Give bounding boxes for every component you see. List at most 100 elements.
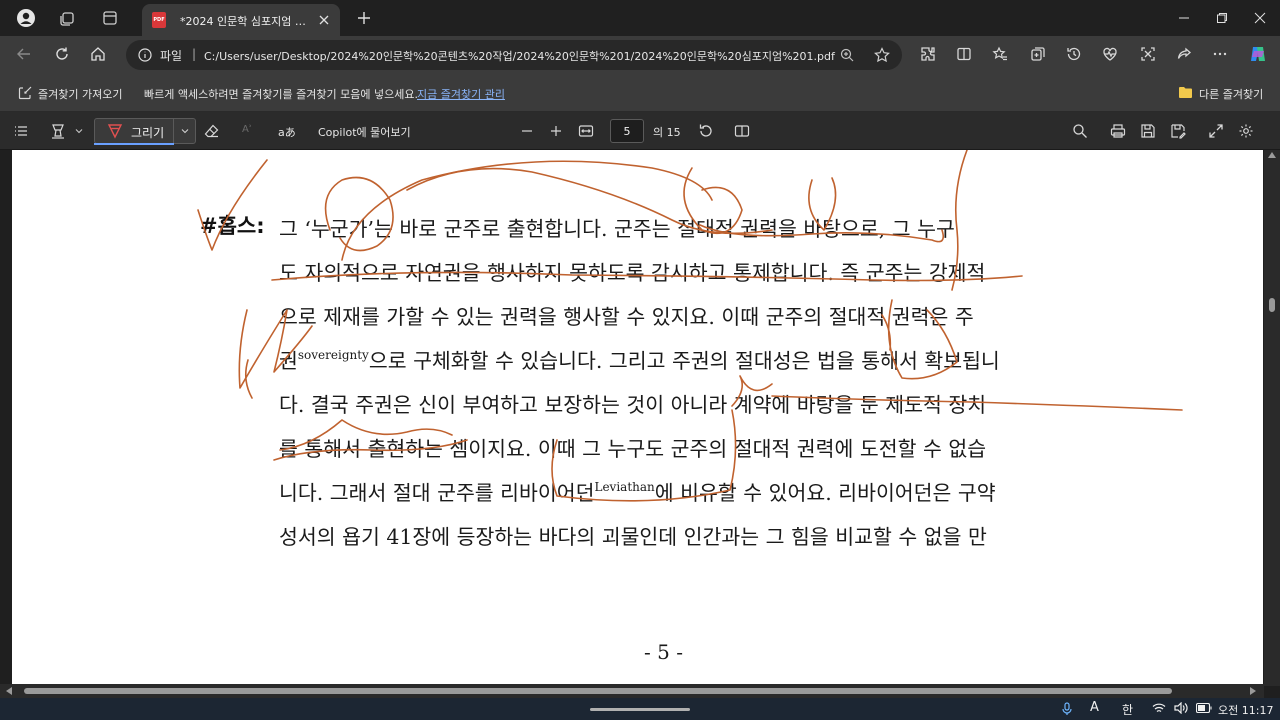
- document-line-8: 성서의 욥기 41장에 등장하는 바다의 괴물인데 인간과는 그 힘을 비교할 …: [279, 525, 987, 549]
- scroll-up-arrow-icon[interactable]: [1268, 152, 1276, 158]
- microphone-icon[interactable]: [1062, 702, 1072, 716]
- ink-stroke-top-arc: [341, 160, 713, 261]
- info-icon[interactable]: [138, 48, 152, 62]
- favorite-star-icon[interactable]: [874, 47, 890, 63]
- zoom-icon[interactable]: [840, 48, 854, 62]
- new-tab-plus-icon[interactable]: [352, 6, 376, 30]
- zoom-out-minus-icon[interactable]: [520, 124, 534, 138]
- tab-close-icon[interactable]: [316, 12, 332, 28]
- document-line-1: 그 ‘누군가’는 바로 군주로 출현합니다. 군주는 절대적 권력을 바탕으로,…: [279, 217, 955, 241]
- address-scheme-label: 파일: [160, 49, 183, 63]
- horizontal-scroll-thumb[interactable]: [24, 688, 1172, 694]
- minimize-icon[interactable]: [1172, 6, 1196, 30]
- vertical-scroll-thumb[interactable]: [1269, 298, 1275, 312]
- eraser-icon[interactable]: [204, 123, 220, 139]
- scroll-right-arrow-icon[interactable]: [1250, 687, 1256, 695]
- navigation-bar: 파일 | C:/Users/user/Desktop/2024%20인문학%20…: [0, 36, 1280, 74]
- document-line-7: 니다. 그래서 절대 군주를 리바이어던Leviathan에 비유할 수 있어요…: [279, 476, 1144, 506]
- restore-icon[interactable]: [1210, 6, 1234, 30]
- address-bar[interactable]: 파일 | C:/Users/user/Desktop/2024%20인문학%20…: [126, 40, 902, 70]
- pdf-viewport[interactable]: #홉스: 그 ‘누군가’는 바로 군주로 출현합니다. 군주는 절대적 권력을 …: [0, 150, 1280, 698]
- title-bar: PDF *2024 인문학 심포지엄 1.pdf: [0, 0, 1280, 36]
- fit-to-width-icon[interactable]: [578, 123, 594, 139]
- settings-gear-icon[interactable]: [1238, 123, 1254, 139]
- document-line-5: 다. 결국 주권은 신이 부여하고 보장하는 것이 아니라 계약에 바탕을 둔 …: [279, 393, 987, 417]
- contents-list-icon[interactable]: [14, 124, 28, 138]
- page-total-label: 의 15: [653, 126, 681, 139]
- clock[interactable]: 오전 11:17: [1218, 702, 1273, 718]
- ask-copilot-button[interactable]: Copilot에 물어보기: [318, 124, 411, 140]
- import-favorites-link[interactable]: 즐겨찾기 가져오기: [38, 86, 122, 102]
- draw-button[interactable]: 그리기: [94, 118, 196, 144]
- superscript-leviathan: Leviathan: [594, 480, 655, 494]
- print-icon[interactable]: [1110, 123, 1126, 139]
- draw-active-indicator: [94, 143, 174, 145]
- copilot-icon[interactable]: [1246, 42, 1270, 66]
- line-7-start: 니다. 그래서 절대 군주를 리바이어던: [279, 481, 595, 505]
- profile-avatar-icon[interactable]: [14, 6, 38, 30]
- pdf-page[interactable]: #홉스: 그 ‘누군가’는 바로 군주로 출현합니다. 군주는 절대적 권력을 …: [12, 150, 1263, 686]
- draw-label: 그리기: [131, 126, 165, 140]
- read-aloud-icon[interactable]: Aʾ: [242, 124, 252, 135]
- tab-pdf-document[interactable]: PDF *2024 인문학 심포지엄 1.pdf: [142, 4, 340, 36]
- superscript-sovereignty: sovereignty: [297, 348, 369, 362]
- address-separator: |: [192, 47, 197, 61]
- import-favorites-icon: [18, 86, 32, 100]
- battery-icon[interactable]: [1196, 703, 1212, 713]
- speaker-label: #홉스:: [200, 214, 265, 238]
- text-options-icon[interactable]: aあ: [278, 124, 296, 140]
- document-line-4: 권sovereignty으로 구체화할 수 있습니다. 그리고 주권의 절대성은…: [279, 344, 1144, 374]
- draw-pen-icon: [107, 123, 123, 139]
- document-line-3: 으로 제재를 가할 수 있는 권력을 행사할 수 있지요. 이때 군주의 절대적…: [279, 305, 974, 329]
- search-icon[interactable]: [1072, 123, 1088, 139]
- workspaces-icon[interactable]: [56, 6, 80, 30]
- zoom-in-plus-icon[interactable]: [549, 124, 563, 138]
- folder-icon: [1178, 86, 1193, 99]
- favorites-icon[interactable]: [988, 42, 1012, 66]
- line-4-end: 으로 구체화할 수 있습니다. 그리고 주권의 절대성은 법을 통해서 확보됩니: [368, 349, 1000, 373]
- ime-korean-indicator[interactable]: 한: [1122, 701, 1133, 718]
- save-icon[interactable]: [1140, 123, 1156, 139]
- ink-stroke-left-curl: [244, 359, 253, 399]
- highlight-dropdown-chevron-icon[interactable]: [74, 126, 84, 136]
- favorites-hint-text: 빠르게 액세스하려면 즐겨찾기를 즐겨찾기 모음에 넣으세요.: [144, 88, 418, 101]
- pdf-file-icon: PDF: [152, 12, 166, 28]
- history-icon[interactable]: [1062, 42, 1086, 66]
- taskbar-handle[interactable]: [590, 708, 690, 711]
- rotate-icon[interactable]: [698, 123, 714, 139]
- draw-options-chevron-icon[interactable]: [173, 119, 195, 143]
- close-window-icon[interactable]: [1248, 6, 1272, 30]
- split-screen-icon[interactable]: [952, 42, 976, 66]
- manage-favorites-link[interactable]: 지금 즐겨찾기 관리: [417, 86, 505, 102]
- back-arrow-icon[interactable]: [12, 42, 36, 66]
- line-7-end: 에 비유할 수 있어요. 리바이어던은 구약: [654, 481, 996, 505]
- page-view-icon[interactable]: [734, 123, 750, 139]
- save-as-icon[interactable]: [1170, 123, 1186, 139]
- page-number-input[interactable]: [610, 119, 644, 143]
- favorites-bar: 즐겨찾기 가져오기 빠르게 액세스하려면 즐겨찾기를 즐겨찾기 모음에 넣으세요…: [0, 74, 1280, 112]
- extensions-icon[interactable]: [916, 42, 940, 66]
- other-favorites-button[interactable]: 다른 즐겨찾기: [1199, 86, 1263, 102]
- document-line-2: 도 자의적으로 자연권을 행사하지 못하도록 감시하고 통제합니다. 즉 군주는…: [279, 261, 986, 285]
- url-text[interactable]: C:/Users/user/Desktop/2024%20인문학%20콘텐츠%2…: [204, 48, 844, 64]
- home-icon[interactable]: [86, 42, 110, 66]
- highlight-icon[interactable]: [50, 123, 66, 139]
- fullscreen-icon[interactable]: [1208, 123, 1224, 139]
- more-options-icon[interactable]: [1208, 42, 1232, 66]
- wifi-icon[interactable]: [1152, 702, 1166, 714]
- volume-icon[interactable]: [1174, 702, 1188, 714]
- screenshot-icon[interactable]: [1136, 42, 1160, 66]
- vertical-scrollbar[interactable]: [1264, 150, 1280, 686]
- performance-heart-icon[interactable]: [1098, 42, 1122, 66]
- share-icon[interactable]: [1172, 42, 1196, 66]
- scroll-left-arrow-icon[interactable]: [6, 687, 12, 695]
- tab-title: *2024 인문학 심포지엄 1.pdf: [180, 15, 310, 28]
- page-number: - 5 -: [644, 640, 683, 664]
- collections-icon[interactable]: [1026, 42, 1050, 66]
- refresh-icon[interactable]: [50, 42, 74, 66]
- tab-actions-icon[interactable]: [98, 6, 122, 30]
- document-line-6: 를 통해서 출현하는 셈이지요. 이때 그 누구도 군주의 절대적 권력에 도전…: [279, 437, 987, 461]
- line-4-start: 권: [279, 349, 298, 373]
- ime-language-indicator[interactable]: A: [1090, 700, 1099, 715]
- horizontal-scrollbar[interactable]: [0, 684, 1264, 698]
